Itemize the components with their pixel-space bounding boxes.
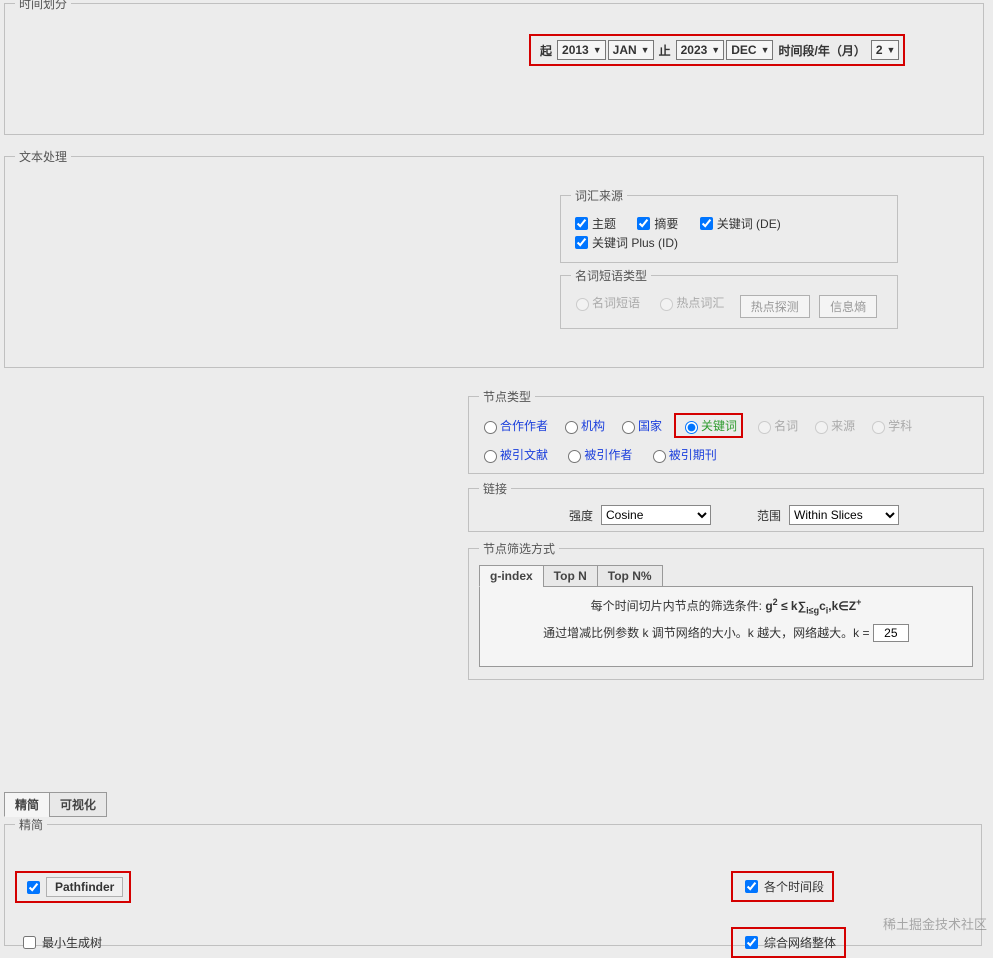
noun-phrase-legend: 名词短语类型 — [571, 267, 651, 284]
radio-keyword-highlight: 关键词 — [674, 413, 743, 438]
pathfinder-button[interactable]: Pathfinder — [46, 877, 123, 897]
chevron-down-icon: ▼ — [887, 45, 896, 55]
radio-cited-journal[interactable]: 被引期刊 — [648, 446, 717, 463]
simplify-panel: 精简 可视化 精简 Pathfinder 各个时间段 最小生成树 综合网络整体 — [4, 792, 984, 950]
radio-country[interactable]: 国家 — [617, 417, 662, 434]
checkbox-keyword-de[interactable]: 关键词 (DE) — [696, 214, 781, 233]
strength-label: 强度 — [569, 507, 593, 524]
radio-cited-ref[interactable]: 被引文献 — [479, 446, 548, 463]
text-processing-fieldset: 文本处理 词汇来源 主题 摘要 关键词 (DE) 关键词 Plus (ID) 名… — [4, 148, 984, 368]
noun-phrase-fieldset: 名词短语类型 名词短语 热点词汇 热点探测 信息熵 — [560, 267, 898, 329]
entropy-button[interactable]: 信息熵 — [819, 295, 877, 318]
start-month-select[interactable]: JAN▼ — [608, 40, 654, 60]
pathfinder-highlight: Pathfinder — [15, 871, 131, 903]
filter-k-line: 通过增减比例参数 k 调节网络的大小。k 越大，网络越大。k = — [494, 624, 958, 642]
radio-source[interactable]: 来源 — [810, 417, 855, 434]
mst-row: 最小生成树 — [19, 933, 102, 952]
node-type-fieldset: 节点类型 合作作者 机构 国家 关键词 名词 来源 学科 被引文献 被引作者 被… — [468, 388, 984, 474]
scope-select[interactable]: Within Slices — [789, 505, 899, 525]
tab-visualize[interactable]: 可视化 — [49, 792, 107, 817]
scope-label: 范围 — [757, 507, 781, 524]
filter-formula-line: 每个时间切片内节点的筛选条件: g2 ≤ k∑i≤gci,k∈Z+ — [494, 597, 958, 614]
hotspot-detect-button[interactable]: 热点探测 — [740, 295, 810, 318]
radio-hot-word[interactable]: 热点词汇 — [655, 294, 724, 311]
radio-cited-author[interactable]: 被引作者 — [563, 446, 632, 463]
link-fieldset: 链接 强度 Cosine 范围 Within Slices — [468, 480, 984, 532]
each-slice-checkbox[interactable] — [745, 880, 758, 893]
node-filter-fieldset: 节点筛选方式 g-index Top N Top N% 每个时间切片内节点的筛选… — [468, 540, 984, 680]
word-source-fieldset: 词汇来源 主题 摘要 关键词 (DE) 关键词 Plus (ID) — [560, 187, 898, 263]
link-legend: 链接 — [479, 480, 511, 497]
simplify-fieldset: 精简 Pathfinder 各个时间段 最小生成树 综合网络整体 — [4, 816, 982, 946]
time-division-fieldset: 时间划分 起 2013▼ JAN▼ 止 2023▼ DEC▼ 时间段/年（月） … — [4, 0, 984, 135]
checkbox-keyword-plus-id[interactable]: 关键词 Plus (ID) — [571, 233, 678, 252]
checkbox-topic[interactable]: 主题 — [571, 214, 616, 233]
each-slice-highlight: 各个时间段 — [731, 871, 834, 902]
tab-topn[interactable]: Top N — [543, 565, 598, 587]
radio-noun-phrase[interactable]: 名词短语 — [571, 294, 640, 311]
span-label: 时间段/年（月） — [778, 42, 865, 59]
time-range-row: 起 2013▼ JAN▼ 止 2023▼ DEC▼ 时间段/年（月） 2▼ — [529, 34, 905, 66]
radio-subject[interactable]: 学科 — [867, 417, 912, 434]
radio-coauthor[interactable]: 合作作者 — [479, 417, 548, 434]
start-label: 起 — [540, 42, 552, 59]
radio-noun[interactable]: 名词 — [753, 417, 798, 434]
simplify-tabs: 精简 可视化 — [4, 792, 984, 817]
node-type-legend: 节点类型 — [479, 388, 535, 405]
end-month-select[interactable]: DEC▼ — [726, 40, 773, 60]
filter-tabs: g-index Top N Top N% — [479, 565, 973, 587]
word-source-legend: 词汇来源 — [571, 187, 627, 204]
merged-label: 综合网络整体 — [764, 934, 836, 951]
simplify-legend: 精简 — [15, 816, 47, 833]
tab-simplify[interactable]: 精简 — [4, 792, 50, 817]
merged-checkbox[interactable] — [745, 936, 758, 949]
span-value-select[interactable]: 2▼ — [871, 40, 900, 60]
pathfinder-checkbox[interactable] — [27, 881, 40, 894]
k-input[interactable] — [873, 624, 909, 642]
checkbox-abstract[interactable]: 摘要 — [633, 214, 678, 233]
radio-institution[interactable]: 机构 — [560, 417, 605, 434]
time-division-legend: 时间划分 — [15, 0, 71, 12]
chevron-down-icon: ▼ — [593, 45, 602, 55]
end-year-select[interactable]: 2023▼ — [676, 40, 725, 60]
merged-highlight: 综合网络整体 — [731, 927, 846, 958]
filter-tab-body: 每个时间切片内节点的筛选条件: g2 ≤ k∑i≤gci,k∈Z+ 通过增减比例… — [479, 586, 973, 667]
text-processing-legend: 文本处理 — [15, 148, 71, 165]
radio-keyword[interactable]: 关键词 — [680, 417, 737, 434]
strength-select[interactable]: Cosine — [601, 505, 711, 525]
node-filter-legend: 节点筛选方式 — [479, 540, 559, 557]
start-year-select[interactable]: 2013▼ — [557, 40, 606, 60]
each-slice-label: 各个时间段 — [764, 878, 824, 895]
mst-checkbox[interactable] — [23, 936, 36, 949]
chevron-down-icon: ▼ — [641, 45, 650, 55]
tab-gindex[interactable]: g-index — [479, 565, 544, 587]
mst-label: 最小生成树 — [42, 934, 102, 951]
chevron-down-icon: ▼ — [761, 45, 770, 55]
tab-topnpct[interactable]: Top N% — [597, 565, 663, 587]
end-label: 止 — [659, 42, 671, 59]
chevron-down-icon: ▼ — [711, 45, 720, 55]
